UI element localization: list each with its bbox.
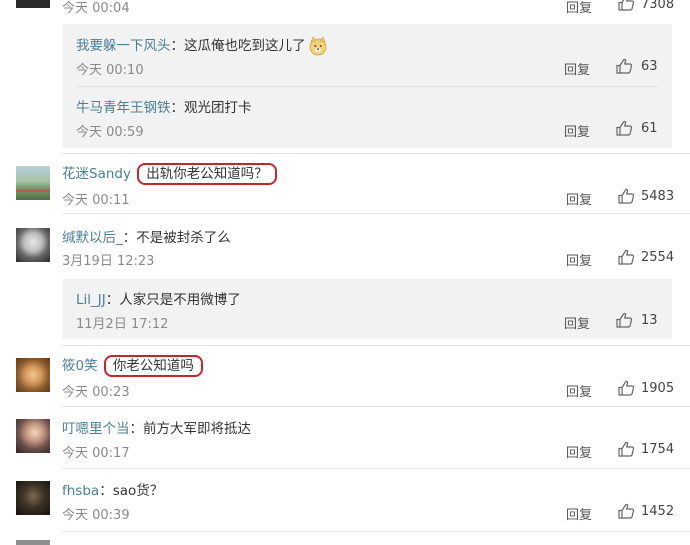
like-count: 2554 xyxy=(641,250,675,265)
reply-username[interactable]: 牛马青年王钢铁 xyxy=(76,100,171,116)
like-count: 1905 xyxy=(641,381,675,396)
thumbs-up-icon[interactable] xyxy=(615,312,633,328)
colon-separator: ： xyxy=(129,421,144,437)
user-avatar[interactable] xyxy=(16,540,50,545)
comment-time: 今天 00:17 xyxy=(62,446,130,461)
reply-thread: Lil_JJ：人家只是不用微博了 11月2日 17:12 回复 13 xyxy=(62,279,672,339)
highlighted-comment-text: 出轨你老公知道吗？ xyxy=(137,163,277,185)
reply-thread: 我要躲一下风头：这瓜俺也吃到这儿了 今天 00:10 回复 63 牛马青年王钢铁… xyxy=(62,24,672,148)
like-count: 5483 xyxy=(641,189,675,204)
doge-emoji-icon xyxy=(309,36,326,56)
comment-time: 今天 00:39 xyxy=(62,508,130,523)
thumbs-up-icon[interactable] xyxy=(617,0,635,11)
reply-button[interactable]: 回复 xyxy=(566,442,592,461)
reply-item: 我要躲一下风头：这瓜俺也吃到这儿了 今天 00:10 回复 63 xyxy=(62,24,672,87)
reply-username[interactable]: 我要躲一下风头 xyxy=(76,38,171,54)
thumbs-up-icon[interactable] xyxy=(617,441,635,457)
user-avatar[interactable] xyxy=(16,0,50,8)
user-avatar[interactable] xyxy=(16,419,50,453)
divider xyxy=(62,531,690,532)
reply-time: 今天 00:10 xyxy=(76,63,144,78)
comment-time: 3月19日 12:23 xyxy=(62,254,155,269)
user-avatar[interactable] xyxy=(16,358,50,392)
colon-separator: ： xyxy=(105,292,120,308)
comment-text: 不是被封杀了么 xyxy=(136,230,231,246)
reply-text: 这瓜俺也吃到这儿了 xyxy=(184,38,306,54)
comment-text: 前方大军即将抵达 xyxy=(143,421,251,437)
comment-item: fhsba：sao货？ 今天 00:39 回复 1452 xyxy=(0,469,690,531)
comment-time: 今天 00:11 xyxy=(62,193,130,208)
comment-item: 叮嗯里个当：前方大军即将抵达 今天 00:17 回复 1754 xyxy=(0,407,690,467)
reply-button[interactable]: 回复 xyxy=(564,121,590,140)
user-avatar[interactable] xyxy=(16,228,50,262)
comment-item: 筱0笑 你老公知道吗 今天 00:23 回复 1905 xyxy=(0,346,690,406)
reply-text: 人家只是不用微博了 xyxy=(119,292,241,308)
thumbs-up-icon[interactable] xyxy=(617,503,635,519)
reply-button[interactable]: 回复 xyxy=(566,0,592,16)
colon-separator: ： xyxy=(170,100,185,116)
comment-item: 花迷Sandy 出轨你老公知道吗？ 今天 00:11 回复 5483 xyxy=(0,154,690,212)
like-count: 63 xyxy=(641,59,658,74)
reply-text: 观光团打卡 xyxy=(184,100,252,116)
reply-time: 11月2日 17:12 xyxy=(76,317,169,332)
comment-username[interactable]: 叮嗯里个当 xyxy=(62,421,130,437)
reply-button[interactable]: 回复 xyxy=(566,381,592,400)
colon-separator: ： xyxy=(122,230,137,246)
colon-separator: ： xyxy=(170,38,185,54)
reply-item: Lil_JJ：人家只是不用微博了 11月2日 17:12 回复 13 xyxy=(62,279,672,339)
thumbs-up-icon[interactable] xyxy=(617,380,635,396)
comment-item: 今天 00:04 回复 7308 xyxy=(0,0,690,18)
reply-button[interactable]: 回复 xyxy=(566,189,592,208)
like-count: 7308 xyxy=(641,0,675,12)
highlighted-comment-text: 你老公知道吗 xyxy=(103,355,203,377)
comment-username[interactable]: 花迷Sandy xyxy=(62,166,131,182)
reply-button[interactable]: 回复 xyxy=(566,250,592,269)
reply-button[interactable]: 回复 xyxy=(566,504,592,523)
user-avatar[interactable] xyxy=(16,166,50,200)
thumbs-up-icon[interactable] xyxy=(615,58,633,74)
comment-username[interactable]: 缄默以后_ xyxy=(62,230,123,246)
reply-button[interactable]: 回复 xyxy=(564,59,590,78)
comment-username[interactable]: fhsba xyxy=(62,483,99,499)
like-count: 61 xyxy=(641,121,658,136)
thumbs-up-icon[interactable] xyxy=(617,188,635,204)
reply-time: 今天 00:59 xyxy=(76,125,144,140)
thumbs-up-icon[interactable] xyxy=(615,120,633,136)
like-count: 1754 xyxy=(641,442,675,457)
user-avatar[interactable] xyxy=(16,481,50,515)
like-count: 1452 xyxy=(641,504,675,519)
colon-separator: ： xyxy=(99,483,113,499)
reply-button[interactable]: 回复 xyxy=(564,313,590,332)
thumbs-up-icon[interactable] xyxy=(617,249,635,265)
comment-time: 今天 00:23 xyxy=(62,385,130,400)
comment-time: 今天 00:04 xyxy=(62,1,130,16)
reply-username[interactable]: Lil_JJ xyxy=(76,292,106,308)
reply-item: 牛马青年王钢铁：观光团打卡 今天 00:59 回复 61 xyxy=(62,86,672,148)
comment-text: sao货？ xyxy=(112,483,164,499)
like-count: 13 xyxy=(641,313,658,328)
comment-username[interactable]: 筱0笑 xyxy=(62,358,98,374)
comment-item: 缄默以后_：不是被封杀了么 3月19日 12:23 回复 2554 xyxy=(0,214,690,274)
